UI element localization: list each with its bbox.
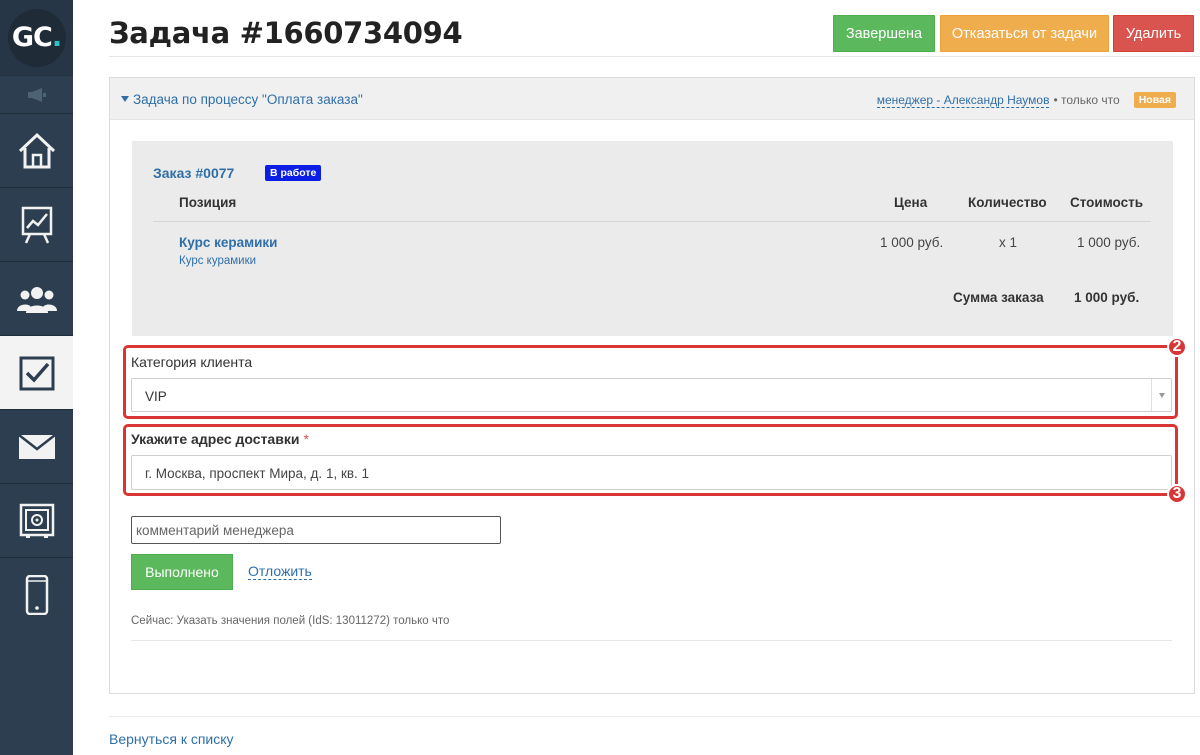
caret-down-icon: [121, 96, 129, 102]
task-meta: менеджер - Александр Наумов • только что…: [876, 92, 1176, 108]
column-header-cost: Стоимость: [1070, 195, 1144, 210]
process-toggle[interactable]: Задача по процессу "Оплата заказа": [121, 92, 363, 107]
column-header-position: Позиция: [179, 195, 237, 210]
complete-button[interactable]: Выполнено: [131, 554, 233, 590]
status-badge: Новая: [1133, 92, 1176, 108]
postpone-link[interactable]: Отложить: [248, 563, 312, 580]
sidebar-toggle[interactable]: [0, 75, 73, 113]
order-item-price: 1 000 руб.: [880, 235, 944, 250]
back-to-list-link[interactable]: Вернуться к списку: [109, 731, 234, 747]
task-panel-header: Задача по процессу "Оплата заказа" менед…: [110, 78, 1194, 120]
sidebar: GC.: [0, 0, 73, 755]
logo-dot: .: [51, 22, 62, 53]
mark-completed-button[interactable]: Завершена: [833, 15, 935, 52]
sidebar-item-reports[interactable]: [0, 187, 73, 261]
column-header-price: Цена: [894, 195, 928, 210]
current-status-text: Сейчас: Указать значения полей (IdS: 130…: [131, 615, 450, 627]
chart-icon: [21, 206, 52, 244]
task-time: • только что: [1053, 93, 1120, 107]
order-divider: [153, 221, 1151, 222]
logo-area[interactable]: GC.: [0, 0, 73, 75]
order-total-value: 1 000 руб.: [1074, 290, 1140, 305]
sidebar-item-safe[interactable]: [0, 483, 73, 557]
annotation-badge-2: 2: [1167, 337, 1187, 357]
checkbox-icon: [19, 356, 54, 390]
refuse-task-button[interactable]: Отказаться от задачи: [940, 15, 1109, 52]
process-label: Задача по процессу "Оплата заказа": [133, 92, 363, 107]
form-divider: [131, 640, 1172, 641]
highlight-frame-address: [123, 424, 1178, 496]
manager-link[interactable]: менеджер - Александр Наумов: [876, 93, 1050, 108]
order-item-subtitle[interactable]: Курс курамики: [179, 255, 256, 267]
column-header-quantity: Количество: [968, 195, 1047, 210]
users-icon: [16, 286, 57, 313]
main-content: Задача #1660734094 Завершена Отказаться …: [73, 0, 1200, 755]
delete-task-button[interactable]: Удалить: [1113, 15, 1194, 52]
annotation-badge-3: 3: [1167, 484, 1187, 504]
logo-text: GC: [11, 22, 53, 53]
comment-placeholder: комментарий менеджера: [136, 523, 294, 538]
sidebar-item-mobile[interactable]: [0, 557, 73, 631]
order-total-label: Сумма заказа: [953, 290, 1044, 305]
sidebar-item-users[interactable]: [0, 261, 73, 335]
sidebar-item-home[interactable]: [0, 113, 73, 187]
megaphone-icon: [27, 87, 46, 102]
order-item-quantity: x 1: [999, 235, 1018, 250]
order-block: Заказ #0077 В работе Позиция Цена Количе…: [132, 141, 1173, 336]
sidebar-item-mail[interactable]: [0, 409, 73, 483]
home-icon: [18, 132, 55, 168]
manager-comment-input[interactable]: комментарий менеджера: [131, 516, 501, 544]
sidebar-item-tasks[interactable]: [0, 335, 73, 409]
safe-icon: [19, 503, 54, 538]
order-link[interactable]: Заказ #0077: [153, 165, 234, 181]
order-item-name[interactable]: Курс керамики: [179, 235, 277, 250]
phone-icon: [25, 574, 48, 615]
title-divider: [109, 56, 1200, 57]
logo[interactable]: GC.: [7, 8, 66, 67]
order-item-cost: 1 000 руб.: [1077, 235, 1141, 250]
mail-icon: [17, 433, 56, 459]
page-title: Задача #1660734094: [109, 16, 463, 50]
highlight-frame-category: [123, 345, 1178, 419]
order-status-badge: В работе: [265, 165, 322, 181]
footer-divider: [109, 716, 1200, 717]
